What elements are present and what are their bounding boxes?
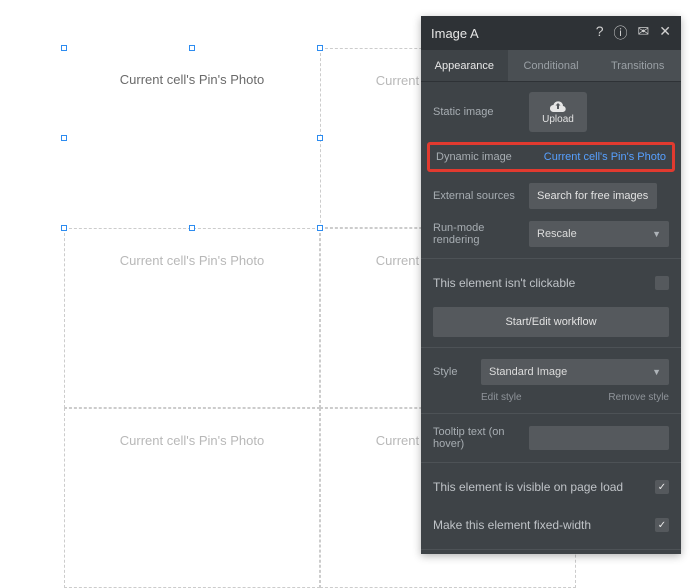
image-cell[interactable]: Current cell's Pin's Photo <box>64 228 320 408</box>
fixed-width-label: Make this element fixed-width <box>433 518 591 532</box>
upload-label: Upload <box>542 114 574 125</box>
not-clickable-label: This element isn't clickable <box>433 276 575 290</box>
run-mode-select[interactable]: Rescale ▼ <box>529 221 669 247</box>
tab-transitions[interactable]: Transitions <box>594 50 681 81</box>
style-value: Standard Image <box>489 366 567 378</box>
fixed-width-checkbox[interactable] <box>655 518 669 532</box>
external-sources-label: External sources <box>433 190 529 202</box>
resize-handle[interactable] <box>61 45 67 51</box>
search-images-button[interactable]: Search for free images <box>529 183 657 209</box>
run-mode-value: Rescale <box>537 228 577 240</box>
info-icon[interactable]: ⓘ <box>614 23 628 43</box>
chevron-down-icon: ▼ <box>652 229 661 239</box>
upload-button[interactable]: Upload <box>529 92 587 132</box>
remove-style-link[interactable]: Remove style <box>608 392 669 403</box>
run-mode-label: Run-mode rendering <box>433 222 529 246</box>
panel-body: Static image Upload Dynamic image Curren… <box>421 82 681 554</box>
static-image-label: Static image <box>433 106 529 118</box>
edit-style-link[interactable]: Edit style <box>481 392 522 403</box>
resize-handle[interactable] <box>61 135 67 141</box>
resize-handle[interactable] <box>317 225 323 231</box>
cell-placeholder: Current cell's Pin's Photo <box>120 72 264 87</box>
dynamic-image-label: Dynamic image <box>436 151 532 163</box>
panel-tabs: Appearance Conditional Transitions <box>421 50 681 82</box>
clickable-checkbox[interactable] <box>655 276 669 290</box>
tooltip-input[interactable] <box>529 426 669 450</box>
close-icon[interactable]: ✕ <box>659 23 671 43</box>
image-cell-selected[interactable]: Current cell's Pin's Photo <box>64 48 320 228</box>
dynamic-image-row: Dynamic image Current cell's Pin's Photo <box>427 142 675 172</box>
visible-on-load-label: This element is visible on page load <box>433 480 623 494</box>
cell-placeholder: Current cell's Pin's Photo <box>120 433 264 448</box>
comment-icon[interactable]: ✉ <box>638 23 650 43</box>
help-icon[interactable]: ? <box>596 23 604 43</box>
panel-title: Image A <box>431 26 596 41</box>
start-workflow-button[interactable]: Start/Edit workflow <box>433 307 669 337</box>
resize-handle[interactable] <box>61 225 67 231</box>
visible-on-load-checkbox[interactable] <box>655 480 669 494</box>
image-cell[interactable]: Current cell's Pin's Photo <box>64 408 320 588</box>
resize-handle[interactable] <box>189 225 195 231</box>
cloud-upload-icon <box>550 100 566 112</box>
resize-handle[interactable] <box>317 45 323 51</box>
panel-header[interactable]: Image A ? ⓘ ✉ ✕ <box>421 16 681 50</box>
chevron-down-icon: ▼ <box>652 367 661 377</box>
resize-handle[interactable] <box>317 135 323 141</box>
property-panel: Image A ? ⓘ ✉ ✕ Appearance Conditional T… <box>421 16 681 554</box>
cell-placeholder: Current cell's Pin's Photo <box>120 253 264 268</box>
tooltip-label: Tooltip text (on hover) <box>433 426 529 450</box>
resize-handle[interactable] <box>189 45 195 51</box>
style-select[interactable]: Standard Image ▼ <box>481 359 669 385</box>
style-label: Style <box>433 366 481 378</box>
tab-conditional[interactable]: Conditional <box>508 50 595 81</box>
tab-appearance[interactable]: Appearance <box>421 50 508 81</box>
dynamic-image-value[interactable]: Current cell's Pin's Photo <box>532 151 666 163</box>
